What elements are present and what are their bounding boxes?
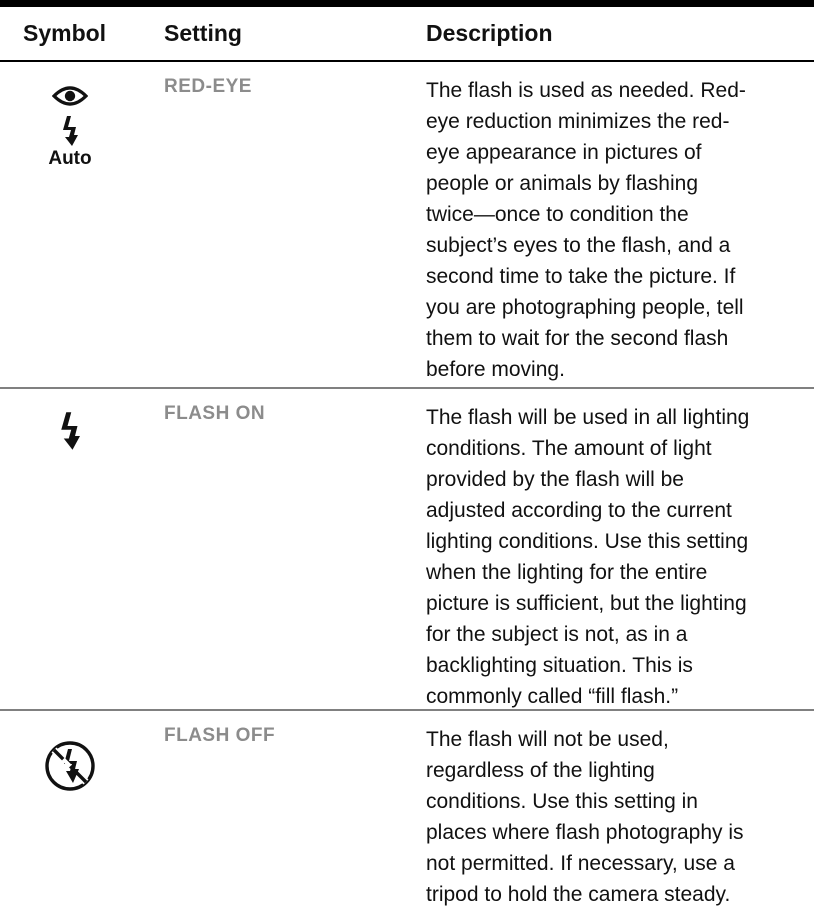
table-row: FLASH OFF The flash will not be used, re… [0,711,814,906]
symbol-cell: Auto [0,82,140,170]
description-line: The flash will not be used, [426,728,669,751]
description-line: you are photographing people, tell [426,296,744,319]
description-line: adjusted according to the current [426,499,732,522]
description-line: them to wait for the second flash [426,327,729,350]
description-line: second time to take the picture. If [426,265,736,288]
description-line: lighting conditions. Use this setting [426,530,749,553]
description-line: when the lighting for the entire [426,561,708,584]
flash-off-icon [45,741,95,791]
eye-icon [52,86,88,106]
header-setting: Setting [164,20,242,46]
description-line: twice—once to condition the [426,203,689,226]
description: The flash is used as needed. Red- eye re… [426,75,806,385]
top-rule [0,0,814,7]
description-line: commonly called “fill flash.” [426,685,679,708]
table-row: Auto RED-EYE The flash is used as needed… [0,62,814,389]
table-header: Symbol Setting Description [0,7,814,62]
symbol-cell [0,739,140,793]
description: The flash will be used in all lighting c… [426,402,806,712]
setting-flash-on: FLASH ON [164,403,266,424]
auto-label: Auto [48,148,92,169]
description-line: conditions. The amount of light [426,437,712,460]
symbol-cell [0,411,140,451]
flash-settings-table: Symbol Setting Description Auto RED-EYE … [0,7,814,906]
description-line: conditions. Use this setting in [426,790,698,813]
description-line: The flash will be used in all lighting [426,406,750,429]
table-row: FLASH ON The flash will be used in all l… [0,389,814,711]
description: The flash will not be used, regardless o… [426,724,806,910]
description-line: places where flash photography is [426,821,744,844]
flash-icon [61,412,80,450]
description-line: regardless of the lighting [426,759,655,782]
description-line: backlighting situation. This is [426,654,693,677]
description-line: subject’s eyes to the flash, and a [426,234,731,257]
header-symbol: Symbol [23,20,107,46]
header-description: Description [426,20,553,46]
setting-red-eye: RED-EYE [164,76,252,97]
description-line: tripod to hold the camera steady. [426,883,731,906]
setting-flash-off: FLASH OFF [164,725,276,746]
description-line: people or animals by flashing [426,172,698,195]
description-line: provided by the flash will be [426,468,684,491]
flash-icon [63,116,78,146]
description-line: before moving. [426,358,565,381]
description-line: The flash is used as needed. Red- [426,79,746,102]
description-line: eye appearance in pictures of [426,141,702,164]
description-line: eye reduction minimizes the red- [426,110,730,133]
description-line: not permitted. If necessary, use a [426,852,735,875]
description-line: for the subject is not, as in a [426,623,688,646]
description-line: picture is sufficient, but the lighting [426,592,747,615]
